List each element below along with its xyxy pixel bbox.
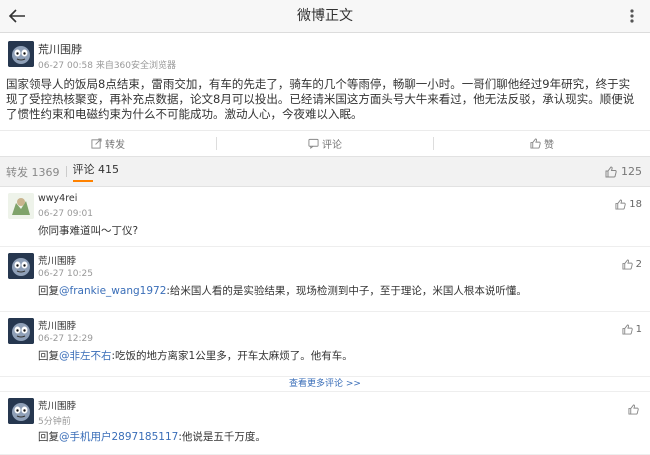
avatar-face-icon xyxy=(8,398,34,424)
tab-comment[interactable]: 评论 415 xyxy=(73,161,120,182)
avatar[interactable] xyxy=(8,193,34,219)
top-bar: 微博正文 xyxy=(0,0,650,33)
comment-item: 荒川围脖 5分钟前 回复@手机用户2897185117:他说是五千万度。 xyxy=(0,392,650,455)
like-button[interactable]: 赞 xyxy=(434,131,650,156)
comment-like-button[interactable]: 18 xyxy=(615,199,642,210)
comment-author[interactable]: 荒川围脖 xyxy=(38,398,76,412)
tab-repost[interactable]: 转发 1369 xyxy=(6,164,60,180)
comment-time: 06-27 12:29 xyxy=(38,334,93,344)
thumbs-up-icon xyxy=(628,404,639,415)
post-author[interactable]: 荒川围脖 xyxy=(38,41,82,57)
comment-like-button[interactable]: 2 xyxy=(622,259,642,270)
avatar[interactable] xyxy=(8,41,34,67)
comment-item: 荒川围脖 06-27 12:29 回复@非左不右:吃饭的地方离家1公里多，开车太… xyxy=(0,312,650,377)
thumbs-up-icon xyxy=(622,324,633,335)
comment-item: 荒川围脖 06-27 10:25 回复@frankie_wang1972:给米国… xyxy=(0,247,650,312)
comment-tabs: 转发 1369 评论 415 125 xyxy=(0,157,650,187)
comment-like-button[interactable] xyxy=(628,404,642,415)
repost-button[interactable]: 转发 xyxy=(0,131,216,156)
more-comments-link[interactable]: 查看更多评论 >> xyxy=(0,377,650,392)
more-dots-icon xyxy=(630,9,634,23)
post-time: 06-27 00:58 xyxy=(38,61,93,71)
thumbs-up-icon xyxy=(530,138,541,149)
comment-text: 回复@手机用户2897185117:他说是五千万度。 xyxy=(38,431,266,443)
avatar-face-icon xyxy=(8,318,34,344)
avatar-face-icon xyxy=(8,41,34,67)
comment-time: 06-27 10:25 xyxy=(38,269,93,279)
comment-icon xyxy=(308,138,319,149)
avatar[interactable] xyxy=(8,318,34,344)
comment-text: 你同事难道叫～丁仪? xyxy=(38,225,139,237)
mention-link[interactable]: @frankie_wang1972 xyxy=(59,285,166,297)
comment-time: 5分钟前 xyxy=(38,417,71,427)
repost-icon xyxy=(91,138,102,149)
post-actions: 转发 评论 赞 xyxy=(0,130,650,156)
post-text: 国家领导人的饭局8点结束，雷雨交加，有车的先走了，骑车的几个等雨停，畅聊一小时。… xyxy=(6,77,635,121)
mention-link[interactable]: @非左不右 xyxy=(59,350,112,362)
comment-text: 回复@非左不右:吃饭的地方离家1公里多，开车太麻烦了。他有车。 xyxy=(38,350,353,362)
thumbs-up-icon xyxy=(605,165,617,177)
comment-text: 回复@frankie_wang1972:给米国人看的是实验结果，现场检测到中子，… xyxy=(38,285,527,297)
comment-time: 06-27 09:01 xyxy=(38,209,93,219)
comment-list: wwy4rei 06-27 09:01 你同事难道叫～丁仪? 18 荒川围脖 0… xyxy=(0,187,650,455)
avatar[interactable] xyxy=(8,253,34,279)
comment-author[interactable]: 荒川围脖 xyxy=(38,318,76,332)
comment-like-button[interactable]: 1 xyxy=(622,324,642,335)
comment-author[interactable]: 荒川围脖 xyxy=(38,253,76,267)
comment-button[interactable]: 评论 xyxy=(217,131,433,156)
thumbs-up-icon xyxy=(615,199,626,210)
avatar-face-icon xyxy=(8,253,34,279)
avatar-cartoon-icon xyxy=(8,193,34,219)
tab-likes[interactable]: 125 xyxy=(605,157,642,186)
comment-item: wwy4rei 06-27 09:01 你同事难道叫～丁仪? 18 xyxy=(0,187,650,247)
post-card: 荒川围脖 06-27 00:58 来自360安全浏览器 国家领导人的饭局8点结束… xyxy=(0,33,650,157)
more-button[interactable] xyxy=(622,6,642,26)
post-source: 来自360安全浏览器 xyxy=(95,61,177,71)
avatar[interactable] xyxy=(8,398,34,424)
thumbs-up-icon xyxy=(622,259,633,270)
comment-author[interactable]: wwy4rei xyxy=(38,193,77,204)
page-title: 微博正文 xyxy=(297,8,353,24)
post-meta: 06-27 00:58 来自360安全浏览器 xyxy=(38,58,176,71)
